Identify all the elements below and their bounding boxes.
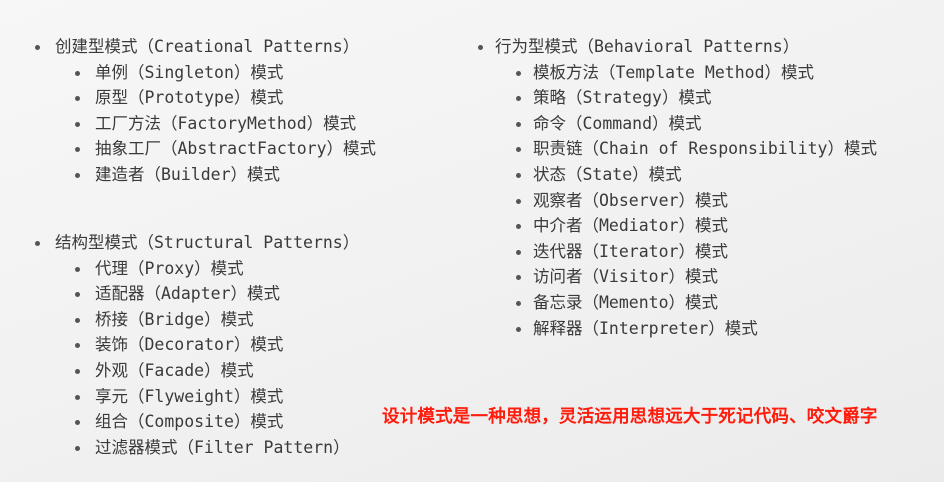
pattern-item-text: 桥接（Bridge）模式 [95, 309, 254, 329]
pattern-item: 适配器（Adapter）模式 [55, 281, 359, 307]
bullet-icon [75, 445, 80, 451]
pattern-item-text: 装饰（Decorator）模式 [95, 335, 284, 355]
bullet-icon [478, 45, 483, 50]
bullet-icon [75, 121, 80, 127]
bullet-icon [516, 300, 521, 306]
pattern-item: 原型（Prototype）模式 [55, 85, 376, 111]
pattern-item: 备忘录（Memento）模式 [495, 290, 877, 316]
bullet-icon [516, 224, 521, 230]
structural-patterns-list: 结构型模式（Structural Patterns） 代理（Proxy）模式适配器… [35, 230, 360, 461]
pattern-item-text: 命令（Command）模式 [533, 113, 702, 133]
pattern-item-text: 抽象工厂（AbstractFactory）模式 [95, 139, 377, 159]
bullet-icon [35, 241, 40, 246]
bullet-icon [516, 275, 521, 281]
category-heading-text: 行为型模式（Behavioral Patterns） [495, 37, 800, 56]
bullet-icon [35, 45, 40, 50]
pattern-item-text: 备忘录（Memento）模式 [533, 292, 719, 312]
pattern-item: 单例（Singleton）模式 [55, 60, 376, 86]
bullet-icon [516, 96, 521, 102]
pattern-item: 访问者（Visitor）模式 [495, 264, 877, 290]
pattern-item-text: 中介者（Mediator）模式 [533, 216, 728, 236]
bullet-icon [75, 292, 80, 298]
highlight-note: 设计模式是一种思想，灵活运用思想远大于死记代码、咬文爵字 [382, 407, 878, 427]
pattern-item: 代理（Proxy）模式 [55, 256, 359, 282]
pattern-item: 装饰（Decorator）模式 [55, 332, 359, 358]
bullet-icon [75, 420, 80, 426]
pattern-item-text: 原型（Prototype）模式 [95, 88, 284, 108]
bullet-icon [75, 368, 80, 374]
bullet-icon [516, 121, 521, 127]
pattern-item-text: 解释器（Interpreter）模式 [533, 318, 758, 338]
pattern-item-text: 访问者（Visitor）模式 [533, 267, 719, 287]
pattern-item: 中介者（Mediator）模式 [495, 213, 877, 239]
pattern-item-text: 观察者（Observer）模式 [533, 190, 728, 210]
pattern-item: 外观（Facade）模式 [55, 358, 359, 384]
pattern-item: 桥接（Bridge）模式 [55, 307, 359, 333]
pattern-item: 模板方法（Template Method）模式 [495, 60, 877, 86]
pattern-item: 命令（Command）模式 [495, 111, 877, 137]
behavioral-patterns-list: 行为型模式（Behavioral Patterns） 模板方法（Template … [478, 34, 877, 342]
pattern-item-text: 过滤器模式（Filter Pattern） [95, 437, 350, 457]
bullet-icon [75, 266, 80, 272]
pattern-item: 组合（Composite）模式 [55, 409, 359, 435]
bullet-icon [75, 394, 80, 400]
pattern-item: 工厂方法（FactoryMethod）模式 [55, 111, 376, 137]
pattern-item-text: 适配器（Adapter）模式 [95, 284, 281, 304]
pattern-item: 建造者（Builder）模式 [55, 162, 376, 188]
bullet-icon [516, 70, 521, 76]
pattern-item: 迭代器（Iterator）模式 [495, 239, 877, 265]
bullet-icon [75, 172, 80, 178]
pattern-item: 职责链（Chain of Responsibility）模式 [495, 136, 877, 162]
pattern-item-text: 状态（State）模式 [533, 164, 682, 184]
pattern-item-text: 组合（Composite）模式 [95, 412, 284, 432]
bullet-icon [75, 317, 80, 323]
pattern-item-text: 建造者（Builder）模式 [95, 164, 281, 184]
bullet-icon [75, 70, 80, 76]
bullet-icon [516, 172, 521, 178]
pattern-item-text: 模板方法（Template Method）模式 [533, 62, 815, 82]
pattern-item-text: 单例（Singleton）模式 [95, 62, 284, 82]
category-heading: 创建型模式（Creational Patterns） [35, 34, 376, 60]
pattern-item-text: 代理（Proxy）模式 [95, 258, 244, 278]
pattern-item-text: 职责链（Chain of Responsibility）模式 [533, 139, 877, 159]
bullet-icon [516, 326, 521, 332]
pattern-item: 状态（State）模式 [495, 162, 877, 188]
category-heading-text: 创建型模式（Creational Patterns） [55, 37, 360, 56]
creational-patterns-list: 创建型模式（Creational Patterns） 单例（Singleton）模… [35, 34, 376, 188]
pattern-item-text: 迭代器（Iterator）模式 [533, 241, 728, 261]
bullet-icon [75, 343, 80, 349]
pattern-item: 解释器（Interpreter）模式 [495, 316, 877, 342]
bullet-icon [516, 198, 521, 204]
pattern-item: 享元（Flyweight）模式 [55, 384, 359, 410]
pattern-item: 过滤器模式（Filter Pattern） [55, 435, 359, 461]
pattern-item-text: 工厂方法（FactoryMethod）模式 [95, 113, 357, 133]
category-heading-text: 结构型模式（Structural Patterns） [55, 233, 360, 252]
pattern-item-text: 享元（Flyweight）模式 [95, 386, 284, 406]
bullet-icon [75, 96, 80, 102]
category-heading: 行为型模式（Behavioral Patterns） [478, 34, 877, 60]
pattern-item: 观察者（Observer）模式 [495, 188, 877, 214]
bullet-icon [75, 147, 80, 153]
category-heading: 结构型模式（Structural Patterns） [35, 230, 360, 256]
pattern-item-text: 策略（Strategy）模式 [533, 88, 712, 108]
pattern-item: 抽象工厂（AbstractFactory）模式 [55, 136, 376, 162]
pattern-item-text: 外观（Facade）模式 [95, 360, 254, 380]
bullet-icon [516, 249, 521, 255]
pattern-item: 策略（Strategy）模式 [495, 85, 877, 111]
bullet-icon [516, 147, 521, 153]
